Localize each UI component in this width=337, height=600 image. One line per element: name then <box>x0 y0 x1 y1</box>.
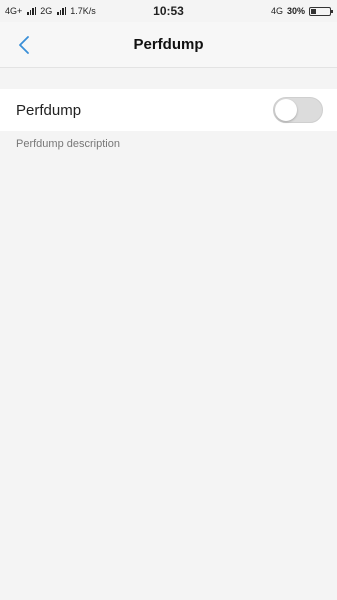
chevron-left-icon <box>19 36 29 54</box>
status-bar: 4G+ 2G 1.7K/s 10:53 4G 30% <box>0 0 337 22</box>
back-button[interactable] <box>12 33 36 57</box>
setting-label: Perfdump <box>16 101 82 119</box>
network-2g-label: 2G <box>40 6 53 16</box>
toggle-knob <box>275 99 297 121</box>
setting-row-perfdump[interactable]: Perfdump <box>0 89 337 131</box>
battery-icon <box>309 6 333 16</box>
network-speed: 1.7K/s <box>70 6 96 16</box>
page-title: Perfdump <box>133 36 204 53</box>
setting-description: Perfdump description <box>16 138 120 150</box>
perfdump-toggle[interactable] <box>273 97 323 123</box>
signal-icon-2 <box>57 7 67 15</box>
network-4g-right: 4G <box>270 6 283 16</box>
status-left: 4G+ 2G 1.7K/s <box>5 6 96 16</box>
status-right: 4G 30% <box>270 6 333 16</box>
network-4g-label: 4G+ <box>5 6 23 16</box>
signal-icon <box>27 7 37 15</box>
screen: 4G+ 2G 1.7K/s 10:53 4G 30% Perfdump Perf… <box>0 0 337 600</box>
header: Perfdump <box>0 22 337 68</box>
battery-percent: 30% <box>286 6 305 16</box>
